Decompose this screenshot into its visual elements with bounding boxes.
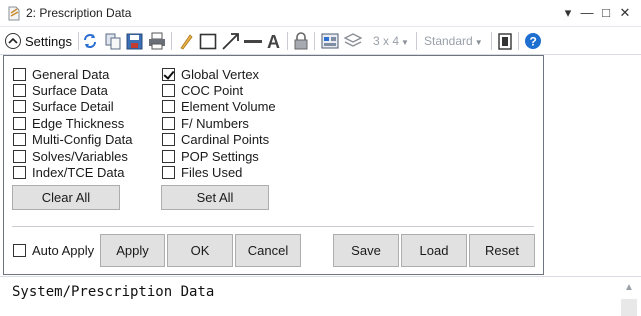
settings-button[interactable]: Settings xyxy=(5,31,72,51)
checkbox[interactable] xyxy=(13,83,26,97)
checkbox[interactable] xyxy=(13,67,26,81)
option-label: Edge Thickness xyxy=(32,115,125,131)
checkbox[interactable] xyxy=(162,99,175,113)
checkbox[interactable] xyxy=(13,149,26,163)
window-icon[interactable] xyxy=(497,31,513,51)
title-bar: 2: Prescription Data ▾ — □ ✕ xyxy=(0,0,641,27)
divider xyxy=(12,226,534,227)
option-label: POP Settings xyxy=(181,148,259,164)
style-label: Standard xyxy=(424,34,473,48)
option-label: Surface Detail xyxy=(32,98,114,114)
chevron-down-icon: ▼ xyxy=(401,38,409,47)
checkbox[interactable] xyxy=(13,132,26,146)
checkbox[interactable] xyxy=(13,99,26,113)
pencil-icon[interactable] xyxy=(178,31,194,51)
svg-text:A: A xyxy=(267,32,280,51)
auto-apply-option[interactable]: Auto Apply xyxy=(13,242,94,258)
lock-icon[interactable] xyxy=(293,31,309,51)
apply-button[interactable]: Apply xyxy=(100,234,165,267)
option-multi-config-data[interactable]: Multi-Config Data xyxy=(13,131,132,147)
document-icon xyxy=(7,6,21,21)
checkbox[interactable] xyxy=(162,149,175,163)
option-label: Multi-Config Data xyxy=(32,131,133,147)
window-menu-icon[interactable]: ▾ xyxy=(559,3,577,23)
checkbox[interactable] xyxy=(13,116,26,130)
help-icon[interactable]: ? xyxy=(524,31,542,51)
output-area: System/Prescription Data ▲ xyxy=(0,276,641,316)
cancel-button[interactable]: Cancel xyxy=(235,234,301,267)
window-title: 2: Prescription Data xyxy=(26,6,132,20)
clear-all-button[interactable]: Clear All xyxy=(12,185,120,210)
option-f-numbers[interactable]: F/ Numbers xyxy=(162,115,249,131)
arrow-icon[interactable] xyxy=(221,31,241,51)
checkbox[interactable] xyxy=(162,165,175,179)
option-label: Global Vertex xyxy=(181,66,260,82)
save-button[interactable]: Save xyxy=(333,234,399,267)
layout-dropdown[interactable]: 3 x 4 ▼ xyxy=(373,34,409,48)
option-element-volume[interactable]: Element Volume xyxy=(162,98,276,114)
option-label: Surface Data xyxy=(32,82,108,98)
ok-button[interactable]: OK xyxy=(167,234,233,267)
option-label: General Data xyxy=(32,66,110,82)
toolbar-separator xyxy=(78,32,79,50)
checkbox[interactable] xyxy=(162,116,175,130)
option-label: Cardinal Points xyxy=(181,131,270,147)
option-label: Files Used xyxy=(181,164,243,180)
option-label: F/ Numbers xyxy=(181,115,249,131)
option-label: Index/TCE Data xyxy=(32,164,125,180)
toolbar: Settings A 3 x 4 ▼ Standard ▼ ? xyxy=(0,27,641,55)
checkbox-checked[interactable] xyxy=(162,67,175,81)
copy-icon[interactable] xyxy=(104,31,122,51)
reset-button[interactable]: Reset xyxy=(469,234,535,267)
style-dropdown[interactable]: Standard ▼ xyxy=(424,34,483,48)
option-label: Element Volume xyxy=(181,98,276,114)
chevron-down-icon: ▼ xyxy=(474,38,483,47)
scroll-up-icon[interactable]: ▲ xyxy=(622,282,636,296)
toolbar-separator xyxy=(171,32,172,50)
checkbox[interactable] xyxy=(162,132,175,146)
option-coc-point[interactable]: COC Point xyxy=(162,82,243,98)
option-surface-detail[interactable]: Surface Detail xyxy=(13,98,114,114)
option-global-vertex[interactable]: Global Vertex xyxy=(162,66,259,82)
option-index-tce-data[interactable]: Index/TCE Data xyxy=(13,164,125,180)
layers-icon[interactable] xyxy=(343,31,363,51)
output-text: System/Prescription Data xyxy=(12,284,215,300)
print-icon[interactable] xyxy=(148,31,166,51)
option-files-used[interactable]: Files Used xyxy=(162,164,242,180)
auto-apply-checkbox[interactable] xyxy=(13,243,26,257)
option-cardinal-points[interactable]: Cardinal Points xyxy=(162,131,269,147)
option-solves-variables[interactable]: Solves/Variables xyxy=(13,148,128,164)
minimize-icon[interactable]: — xyxy=(578,3,596,23)
layout-label: 3 x 4 xyxy=(373,34,400,48)
toolbar-separator xyxy=(491,32,492,50)
option-edge-thickness[interactable]: Edge Thickness xyxy=(13,115,124,131)
maximize-icon[interactable]: □ xyxy=(597,3,615,23)
save-icon[interactable] xyxy=(126,31,144,51)
toolbar-separator xyxy=(416,32,417,50)
option-surface-data[interactable]: Surface Data xyxy=(13,82,108,98)
refresh-icon[interactable] xyxy=(82,31,98,51)
checkbox[interactable] xyxy=(13,165,26,179)
option-label: Solves/Variables xyxy=(32,148,128,164)
settings-label: Settings xyxy=(25,33,72,49)
toolbar-separator xyxy=(518,32,519,50)
option-pop-settings[interactable]: POP Settings xyxy=(162,148,259,164)
option-general-data[interactable]: General Data xyxy=(13,66,109,82)
checkbox[interactable] xyxy=(162,83,175,97)
settings-chevron-icon xyxy=(5,33,21,49)
settings-panel: General Data Surface Data Surface Detail… xyxy=(3,55,544,275)
option-label: COC Point xyxy=(181,82,244,98)
svg-text:?: ? xyxy=(530,35,537,49)
toolbar-separator xyxy=(314,32,315,50)
scrollbar[interactable] xyxy=(621,299,637,316)
load-button[interactable]: Load xyxy=(401,234,467,267)
set-all-button[interactable]: Set All xyxy=(161,185,269,210)
close-icon[interactable]: ✕ xyxy=(616,3,634,23)
auto-apply-label: Auto Apply xyxy=(32,242,95,258)
tile-icon[interactable] xyxy=(321,31,339,51)
text-icon[interactable]: A xyxy=(265,31,283,52)
line-icon[interactable] xyxy=(243,31,263,51)
rectangle-icon[interactable] xyxy=(199,31,217,51)
toolbar-separator xyxy=(287,32,288,50)
